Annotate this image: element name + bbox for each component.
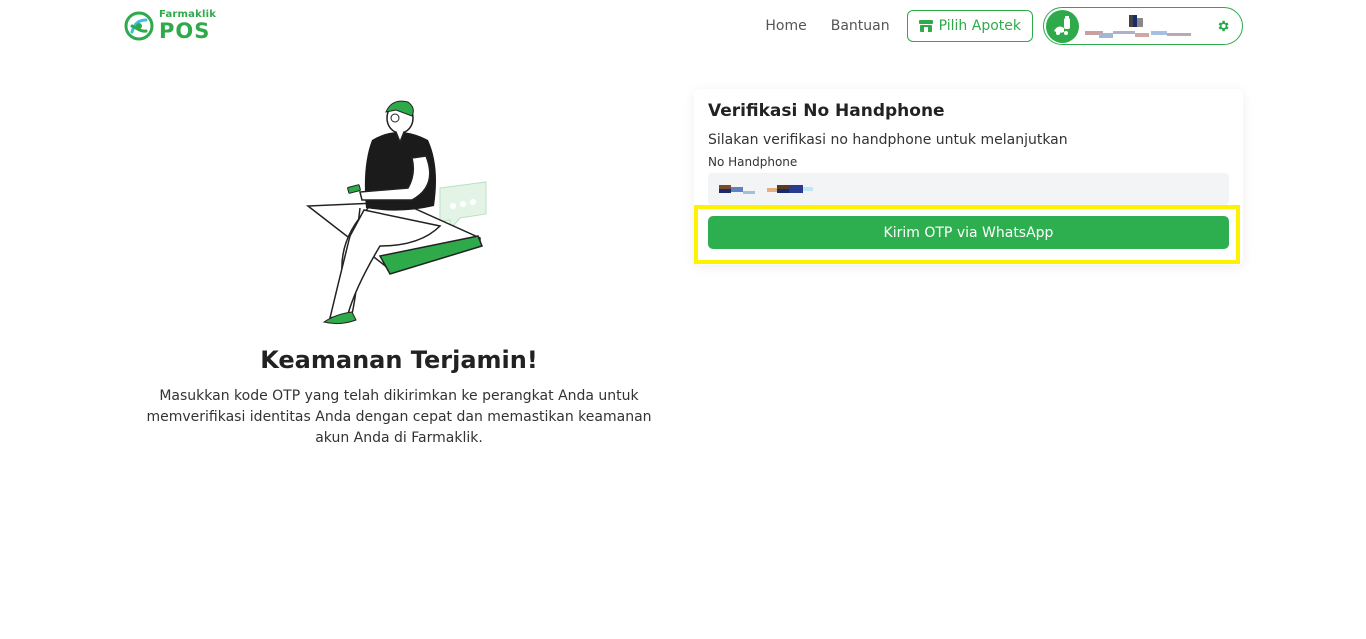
top-nav: Home Bantuan Pilih Apotek — [765, 7, 1243, 45]
nav-help-link[interactable]: Bantuan — [831, 18, 890, 34]
profile-name-redacted — [1085, 13, 1216, 39]
logo-text: Farmaklik POS — [159, 10, 216, 42]
top-header: Farmaklik POS Home Bantuan Pilih Apotek — [0, 0, 1366, 54]
store-icon — [918, 20, 933, 32]
hero-description: Masukkan kode OTP yang telah dikirimkan … — [146, 388, 652, 446]
security-illustration — [305, 100, 487, 325]
nav-home-link[interactable]: Home — [765, 18, 806, 34]
logo-big-text: POS — [159, 19, 211, 43]
pharmacy-avatar-icon — [1053, 16, 1070, 35]
user-profile-menu[interactable] — [1043, 7, 1243, 45]
phone-number-input[interactable] — [708, 173, 1229, 205]
pilih-apotek-button[interactable]: Pilih Apotek — [906, 10, 1033, 42]
pilih-apotek-label: Pilih Apotek — [938, 18, 1021, 34]
verify-card-subtitle: Silakan verifikasi no handphone untuk me… — [708, 132, 1068, 148]
gear-icon[interactable] — [1216, 19, 1230, 33]
logo-mark-icon — [124, 11, 154, 41]
verify-card-title: Verifikasi No Handphone — [708, 101, 945, 121]
send-otp-whatsapp-button[interactable]: Kirim OTP via WhatsApp — [708, 216, 1229, 249]
hero-title: Keamanan Terjamin! — [260, 346, 538, 374]
phone-field-label: No Handphone — [708, 155, 798, 169]
pharmacy-avatar — [1046, 9, 1079, 43]
farmaklik-logo[interactable]: Farmaklik POS — [123, 9, 216, 43]
